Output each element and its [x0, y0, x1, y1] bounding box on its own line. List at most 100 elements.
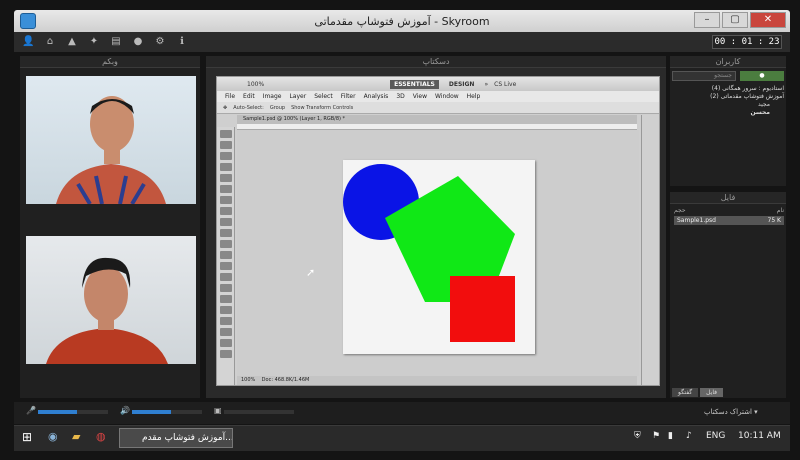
menu-edit[interactable]: Edit: [243, 91, 255, 102]
speaker-icon[interactable]: 🔊: [120, 406, 130, 415]
tool-history[interactable]: [220, 229, 232, 237]
photoshop-status-bar: 100% Doc: 468.8K/1.46M: [237, 376, 637, 385]
tray-volume-icon[interactable]: ♪: [686, 431, 692, 441]
tree-item-user-mohsen[interactable]: محسن: [672, 109, 784, 117]
menu-window[interactable]: Window: [435, 91, 459, 102]
bottom-control-bar: [14, 402, 790, 424]
tray-shield-icon[interactable]: ⛨: [634, 431, 641, 441]
workspace-essentials[interactable]: ESSENTIALS: [390, 79, 439, 89]
chrome-icon[interactable]: ◍: [96, 430, 106, 443]
mouse-cursor-icon: ➚: [306, 266, 316, 279]
record-icon[interactable]: ●: [132, 36, 144, 48]
red-square-shape[interactable]: [450, 276, 515, 342]
tree-item-server[interactable]: استادیوم : سرور همگانی (4): [672, 85, 784, 93]
tool-crop[interactable]: [220, 174, 232, 182]
photoshop-options-bar: ✥ Auto-Select: Group Show Transform Cont…: [217, 102, 659, 114]
tray-network-icon[interactable]: ▮: [668, 431, 673, 441]
session-timer: 00 : 01 : 23: [712, 35, 782, 49]
tool-lasso[interactable]: [220, 152, 232, 160]
tool-eraser[interactable]: [220, 240, 232, 248]
webcam-video-2: [26, 236, 196, 364]
tree-item-room[interactable]: آموزش فتوشاپ مقدماتی (2): [672, 93, 784, 101]
status-badge[interactable]: ●: [740, 71, 784, 81]
skyroom-app-icon: [20, 13, 36, 29]
tool-shape[interactable]: [220, 317, 232, 325]
speaker-level-fill: [132, 410, 171, 414]
tool-marquee[interactable]: [220, 141, 232, 149]
network-app-icon[interactable]: ◉: [48, 430, 58, 443]
window-controls: – ▢ ✕: [694, 12, 786, 28]
window-title: آموزش فتوشاپ مقدماتی - Skyroom: [314, 14, 490, 28]
menu-file[interactable]: File: [225, 91, 235, 102]
maximize-button[interactable]: ▢: [722, 12, 748, 28]
taskbar-skyroom-app[interactable]: آموزش فتوشاپ مقدم...: [119, 428, 233, 448]
photoshop-window: 100% ESSENTIALS DESIGN » CS Live File Ed…: [216, 76, 660, 386]
user-search-input[interactable]: جستجو: [672, 71, 736, 81]
zoom-select[interactable]: 100%: [247, 81, 264, 88]
taskbar-clock[interactable]: 10:11 AM: [738, 431, 781, 441]
tool-zoom[interactable]: [220, 350, 232, 358]
whiteboard-icon[interactable]: ▤: [110, 36, 122, 48]
tool-quick-select[interactable]: [220, 163, 232, 171]
lock-icon[interactable]: ⌂: [44, 36, 56, 48]
workspace-design[interactable]: DESIGN: [445, 80, 479, 89]
more-workspaces-icon[interactable]: »: [484, 81, 488, 88]
bell-icon[interactable]: ▲: [66, 36, 78, 48]
menu-3d[interactable]: 3D: [396, 91, 404, 102]
cs-live-button[interactable]: CS Live: [494, 81, 516, 88]
tool-eyedropper[interactable]: [220, 185, 232, 193]
photoshop-menubar: File Edit Image Layer Select Filter Anal…: [217, 91, 659, 102]
tool-hand[interactable]: [220, 339, 232, 347]
tool-gradient[interactable]: [220, 251, 232, 259]
lightbulb-icon[interactable]: ✦: [88, 36, 100, 48]
minimize-button[interactable]: –: [694, 12, 720, 28]
tool-stamp[interactable]: [220, 218, 232, 226]
auto-select-mode[interactable]: Group: [270, 105, 285, 111]
menu-filter[interactable]: Filter: [341, 91, 356, 102]
auto-select-checkbox[interactable]: Auto-Select:: [233, 105, 264, 111]
room-toolbar: 👤 ⌂ ▲ ✦ ▤ ● ⚙ ℹ: [14, 32, 790, 52]
status-doc-size: Doc: 468.8K/1.46M: [261, 377, 310, 383]
tool-move[interactable]: [220, 130, 232, 138]
language-indicator[interactable]: ENG: [706, 431, 725, 441]
files-header: حجم نام: [674, 207, 784, 214]
tool-type[interactable]: [220, 295, 232, 303]
menu-select[interactable]: Select: [314, 91, 333, 102]
tool-heal[interactable]: [220, 196, 232, 204]
tree-item-user-majid[interactable]: مجید: [672, 101, 784, 109]
photoshop-app-bar: 100% ESSENTIALS DESIGN » CS Live: [217, 77, 659, 91]
document-tab[interactable]: Sample1.psd @ 100% (Layer 1, RGB/8) *: [237, 115, 637, 124]
tool-3d[interactable]: [220, 328, 232, 336]
menu-help[interactable]: Help: [467, 91, 481, 102]
share-quality-slider[interactable]: [224, 410, 294, 414]
transform-controls-checkbox[interactable]: Show Transform Controls: [291, 105, 353, 111]
close-button[interactable]: ✕: [750, 12, 786, 28]
info-icon[interactable]: ℹ: [176, 36, 188, 48]
tool-path-select[interactable]: [220, 306, 232, 314]
menu-analysis[interactable]: Analysis: [364, 91, 389, 102]
settings-icon[interactable]: ⚙: [154, 36, 166, 48]
tab-chat[interactable]: گفتگو: [672, 388, 699, 397]
tool-brush[interactable]: [220, 207, 232, 215]
file-row[interactable]: Sample1.psd 75 K: [674, 216, 784, 225]
tray-flag-icon[interactable]: ⚑: [652, 431, 660, 441]
webcam-panel-header: وبکم: [20, 56, 200, 68]
folder-icon[interactable]: ▰: [72, 430, 80, 443]
tool-dodge[interactable]: [220, 273, 232, 281]
presenter-1-figure: [56, 96, 166, 204]
mic-level-slider[interactable]: [38, 410, 108, 414]
menu-image[interactable]: Image: [263, 91, 282, 102]
document-canvas[interactable]: [343, 160, 535, 354]
tool-blur[interactable]: [220, 262, 232, 270]
tab-files[interactable]: فایل: [700, 388, 724, 397]
tool-pen[interactable]: [220, 284, 232, 292]
menu-layer[interactable]: Layer: [289, 91, 306, 102]
microphone-icon[interactable]: 🎤: [26, 406, 36, 415]
windows-start-icon[interactable]: ⊞: [22, 430, 32, 444]
share-desktop-button[interactable]: اشتراک دسکتاپ ▾: [704, 408, 758, 416]
screen-share-icon[interactable]: ▣: [214, 406, 222, 415]
move-tool-icon[interactable]: ✥: [223, 105, 227, 111]
user-icon[interactable]: 👤: [22, 36, 34, 48]
menu-view[interactable]: View: [413, 91, 427, 102]
speaker-level-slider[interactable]: [132, 410, 202, 414]
